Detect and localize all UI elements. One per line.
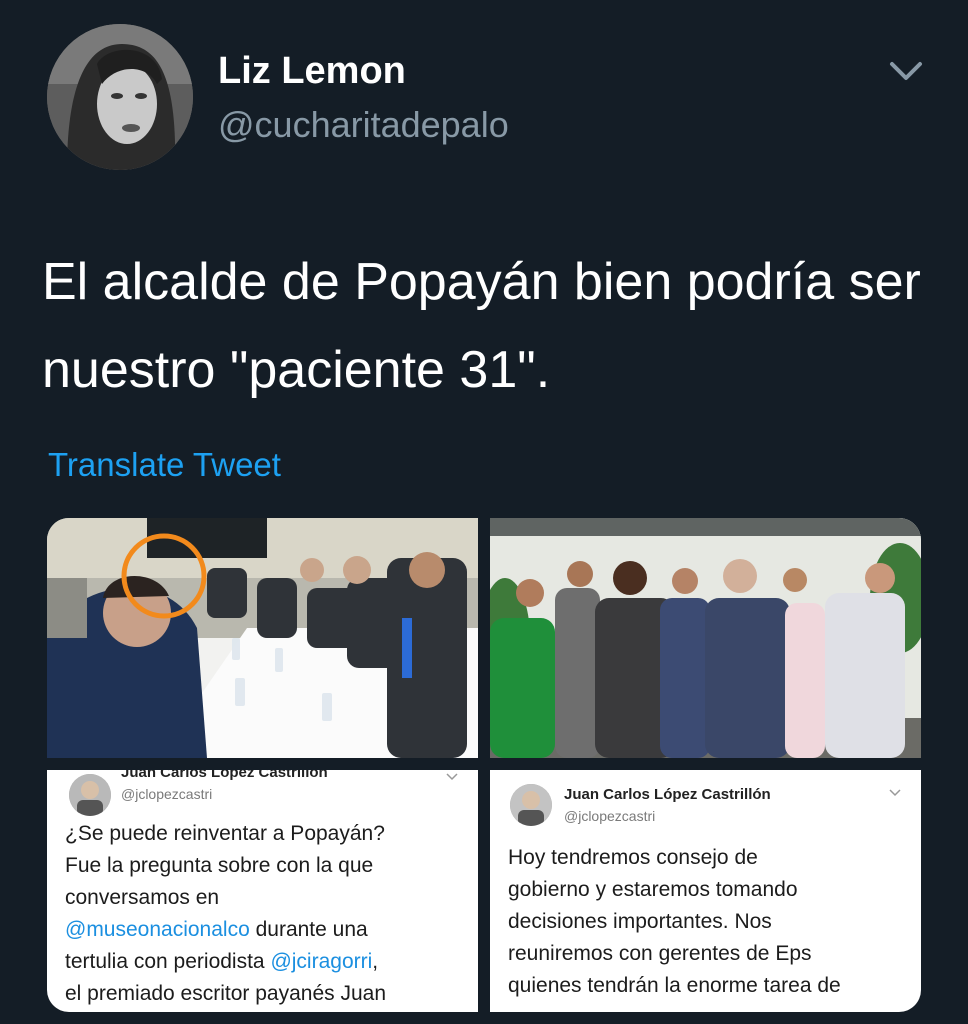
embedded-text-line: Hoy tendremos consejo de (508, 846, 758, 869)
avatar-photo (47, 24, 193, 170)
chevron-down-icon[interactable] (884, 56, 928, 86)
embedded-text-line: el premiado escritor payanés Juan (65, 982, 387, 1005)
embedded-avatar (69, 774, 111, 816)
embedded-avatar-image (69, 774, 111, 816)
chevron-down-icon (446, 773, 458, 781)
media-screenshot-tweet-1[interactable]: Juan Carlos López Castrillón @jclopezcas… (47, 770, 478, 1012)
embedded-mention: @jciragorri (270, 950, 373, 973)
media-grid: Juan Carlos López Castrillón @jclopezcas… (47, 518, 921, 1012)
group-photo-image (490, 518, 921, 758)
embedded-tweet-text: Hoy tendremos consejo de gobierno y esta… (508, 842, 918, 1002)
embedded-author-name: Juan Carlos López Castrillón (564, 786, 771, 803)
embedded-author-handle: @jclopezcastri (121, 786, 213, 802)
embedded-tweet-text: ¿Se puede reinventar a Popayán? Fue la p… (65, 818, 475, 1010)
author-handle[interactable]: @cucharitadepalo (218, 104, 509, 146)
embedded-author-name: Juan Carlos López Castrillón (121, 770, 328, 781)
embedded-text-line: Fue la pregunta sobre con la que (65, 854, 374, 877)
meeting-photo-image (47, 518, 478, 758)
author-name[interactable]: Liz Lemon (218, 50, 406, 93)
embedded-text-fragment: durante una (249, 918, 368, 941)
chevron-down-icon (889, 789, 901, 797)
embedded-tweet-1: Juan Carlos López Castrillón @jclopezcas… (47, 770, 478, 1012)
embedded-tweet-2: Juan Carlos López Castrillón @jclopezcas… (490, 770, 921, 1012)
embedded-text-fragment: tertulia con periodista (65, 950, 271, 973)
embedded-text-line: ¿Se puede reinventar a Popayán? (65, 822, 385, 845)
embedded-mention: @museonacionalco (65, 918, 250, 941)
embedded-text-line: decisiones importantes. Nos (508, 910, 772, 933)
media-photo-group[interactable] (490, 518, 921, 758)
embedded-text-line: @museonacionalco durante una (65, 914, 475, 946)
embedded-text-fragment: , (372, 950, 379, 973)
embedded-avatar-image (510, 784, 552, 826)
embedded-text-line: conversamos en (65, 886, 220, 909)
media-screenshot-tweet-2[interactable]: Juan Carlos López Castrillón @jclopezcas… (490, 770, 921, 1012)
tweet-text: El alcalde de Popayán bien podría ser nu… (42, 253, 921, 399)
translate-tweet-link[interactable]: Translate Tweet (48, 446, 281, 484)
embedded-author-handle: @jclopezcastri (564, 808, 656, 824)
media-photo-meeting[interactable] (47, 518, 478, 758)
embedded-avatar (510, 784, 552, 826)
embedded-text-line: gobierno y estaremos tomando (508, 878, 798, 901)
embedded-text-line: quienes tendrán la enorme tarea de (508, 974, 841, 997)
author-avatar[interactable] (47, 24, 193, 170)
embedded-text-line: tertulia con periodista @jciragorri, (65, 946, 475, 978)
embedded-text-line: reuniremos con gerentes de Eps (508, 942, 812, 965)
